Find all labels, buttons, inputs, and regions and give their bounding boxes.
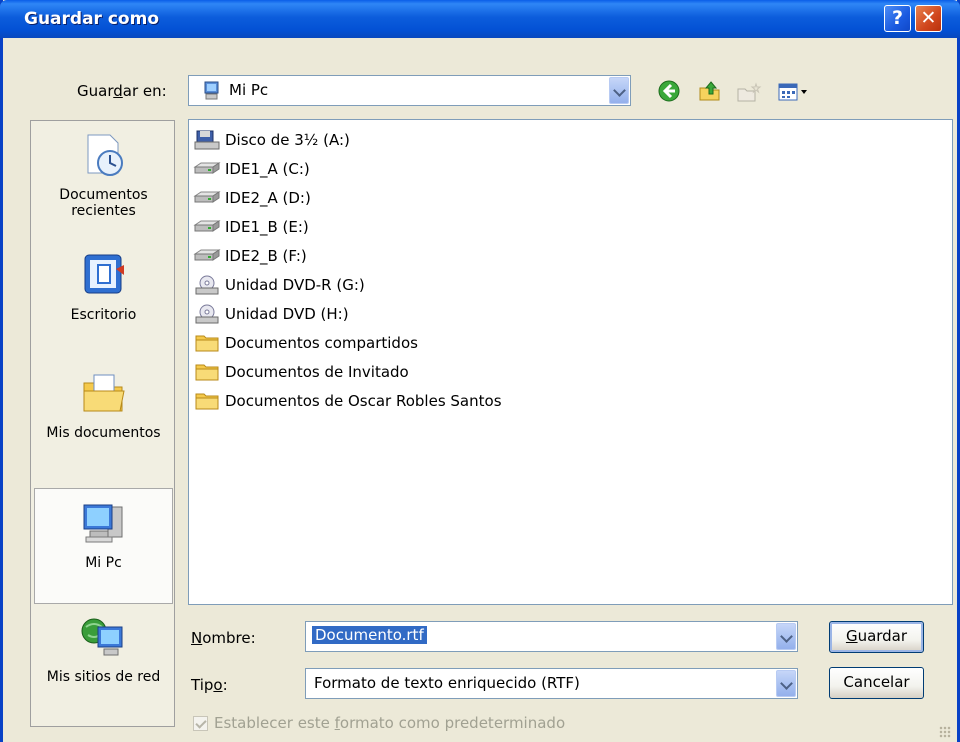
desktop-icon [84, 254, 124, 294]
folder-icon [195, 335, 219, 351]
default-format-checkbox [193, 715, 208, 731]
place-desktop[interactable]: Escritorio [31, 251, 176, 323]
list-item[interactable]: IDE1_B (E:) [193, 212, 309, 241]
save-in-label: Guardar en: [77, 82, 167, 100]
filename-value[interactable]: Documento.rtf [312, 626, 427, 644]
chevron-down-icon[interactable] [776, 670, 796, 697]
dialog-title: Guardar como [24, 9, 160, 29]
filename-label: Nombre: [191, 629, 256, 647]
cancel-button[interactable]: Cancelar [829, 667, 924, 699]
filetype-dropdown[interactable]: Formato de texto enriquecido (RTF) [305, 668, 798, 699]
file-list[interactable]: Disco de 3½ (A:) IDE1_A (C:) IDE2_A (D:) [188, 119, 953, 605]
list-item[interactable]: Disco de 3½ (A:) [193, 125, 350, 154]
title-bar[interactable]: Guardar como ? ✕ [0, 0, 960, 38]
network-places-icon [81, 618, 122, 656]
filetype-value: Formato de texto enriquecido (RTF) [314, 674, 580, 692]
places-bar: Documentos recientes Escritorio Mis docu… [30, 120, 175, 727]
resize-grip-icon[interactable] [939, 726, 951, 738]
new-folder-icon [737, 82, 762, 102]
save-button[interactable]: Guardar [829, 621, 924, 653]
place-my-computer[interactable]: Mi Pc [34, 488, 173, 604]
folder-icon [195, 393, 219, 409]
dvd-drive-icon [195, 304, 219, 323]
my-computer-icon [204, 81, 219, 100]
list-item[interactable]: Documentos de Invitado [193, 357, 409, 386]
floppy-drive-icon [194, 130, 220, 149]
chevron-down-icon[interactable] [609, 77, 629, 104]
recent-documents-icon [87, 134, 123, 176]
save-in-value: Mi Pc [229, 81, 269, 99]
back-icon[interactable] [658, 80, 680, 102]
default-format-checkbox-row: Establecer este formato como predetermin… [193, 714, 565, 732]
list-item[interactable]: Unidad DVD-R (G:) [193, 270, 365, 299]
save-in-dropdown[interactable]: Mi Pc [188, 75, 631, 106]
hard-drive-icon [193, 190, 221, 203]
hard-drive-icon [193, 219, 221, 232]
filetype-label: Tipo: [191, 676, 228, 694]
folder-icon [195, 364, 219, 380]
view-menu-icon[interactable] [777, 81, 813, 103]
default-format-label: Establecer este formato como predetermin… [214, 714, 566, 732]
dvd-drive-icon [195, 275, 219, 294]
chevron-down-icon[interactable] [776, 623, 796, 650]
hard-drive-icon [193, 161, 221, 174]
close-button[interactable]: ✕ [915, 5, 942, 32]
list-item[interactable]: IDE1_A (C:) [193, 154, 310, 183]
list-item[interactable]: Documentos compartidos [193, 328, 418, 357]
my-documents-icon [83, 374, 125, 412]
place-my-documents[interactable]: Mis documentos [31, 369, 176, 441]
list-item[interactable]: Documentos de Oscar Robles Santos [193, 386, 502, 415]
hard-drive-icon [193, 248, 221, 261]
list-item[interactable]: IDE2_A (D:) [193, 183, 311, 212]
my-computer-icon [83, 504, 122, 543]
list-item[interactable]: IDE2_B (F:) [193, 241, 307, 270]
place-network-places[interactable]: Mis sitios de red [31, 613, 176, 685]
list-item[interactable]: Unidad DVD (H:) [193, 299, 349, 328]
filename-input[interactable]: Documento.rtf [305, 621, 798, 652]
place-recent-documents[interactable]: Documentos recientes [31, 131, 176, 219]
up-folder-icon[interactable] [697, 78, 723, 104]
save-as-dialog: Guardar como ? ✕ Guardar en: Mi Pc Docum… [0, 0, 960, 742]
help-button[interactable]: ? [884, 5, 911, 32]
